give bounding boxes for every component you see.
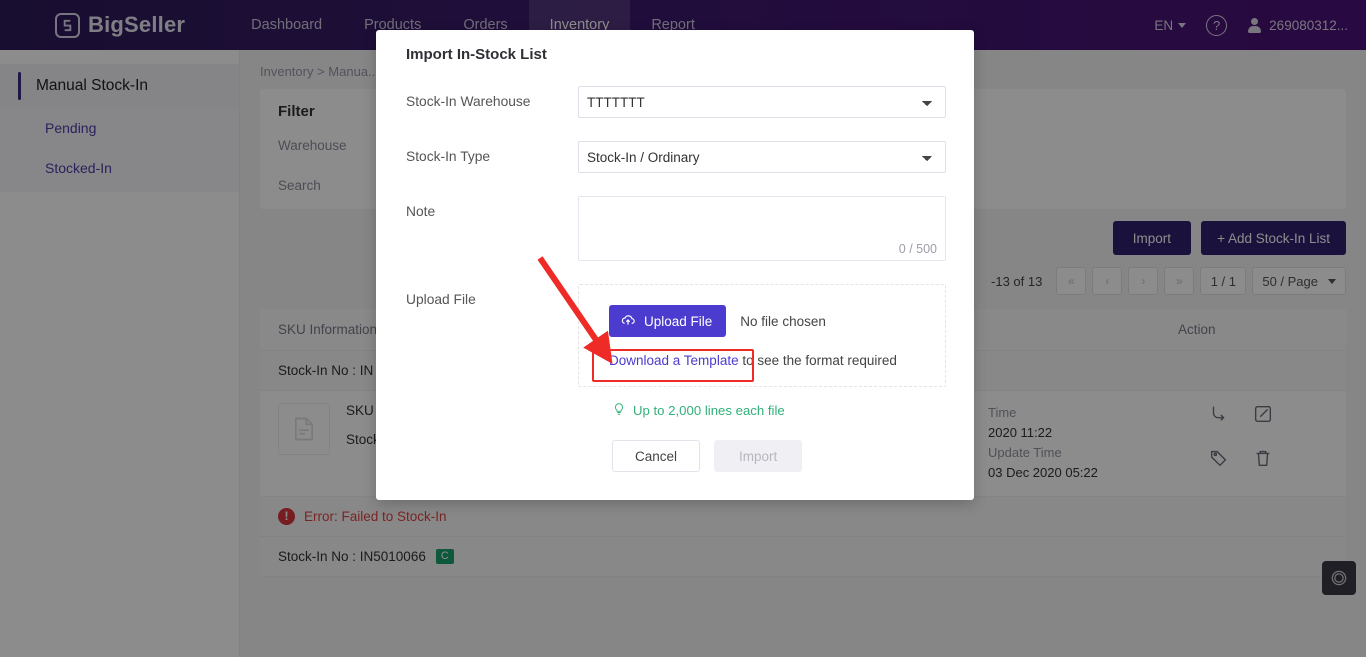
control-upload-file: Upload File No file chosen Download a Te…: [578, 284, 946, 387]
upload-line: Upload File No file chosen: [579, 305, 945, 337]
control-note: 0 / 500: [578, 196, 946, 261]
field-row-note: Note 0 / 500: [406, 196, 950, 261]
modal-title: Import In-Stock List: [406, 46, 547, 63]
import-in-stock-list-modal: Import In-Stock List Stock-In Warehouse …: [376, 30, 974, 500]
stock-in-warehouse-select[interactable]: TTTTTTT: [578, 86, 946, 118]
control-stock-in-warehouse: TTTTTTT: [578, 86, 946, 118]
upload-hint-text: Up to 2,000 lines each file: [633, 403, 785, 418]
label-stock-in-type: Stock-In Type: [406, 149, 491, 164]
field-row-stock-in-type: Stock-In Type Stock-In / Ordinary: [406, 141, 950, 173]
lightbulb-icon: [612, 401, 626, 420]
control-stock-in-type: Stock-In / Ordinary: [578, 141, 946, 173]
cancel-button[interactable]: Cancel: [612, 440, 701, 472]
cloud-upload-icon: [620, 312, 636, 331]
stock-in-type-select[interactable]: Stock-In / Ordinary: [578, 141, 946, 173]
field-row-warehouse: Stock-In Warehouse TTTTTTT: [406, 86, 950, 118]
modal-import-button: Import: [714, 440, 803, 472]
field-row-upload: Upload File Upload File No file chosen D…: [406, 284, 950, 387]
label-note: Note: [406, 204, 436, 219]
template-line: Download a Template to see the format re…: [579, 353, 945, 368]
label-stock-in-warehouse: Stock-In Warehouse: [406, 94, 531, 109]
template-suffix-text: to see the format required: [738, 353, 897, 368]
download-template-link[interactable]: Download a Template: [609, 353, 739, 368]
note-character-counter: 0 / 500: [898, 242, 937, 256]
modal-actions: Cancel Import: [612, 440, 950, 472]
note-input[interactable]: [579, 197, 945, 241]
no-file-chosen-text: No file chosen: [740, 313, 826, 329]
app-root: BigSeller Dashboard Products Orders Inve…: [0, 0, 1366, 657]
upload-dropzone[interactable]: Upload File No file chosen Download a Te…: [578, 284, 946, 387]
upload-file-button-label: Upload File: [644, 313, 713, 329]
note-wrapper: 0 / 500: [578, 196, 946, 261]
upload-hint: Up to 2,000 lines each file: [612, 401, 950, 420]
upload-file-button[interactable]: Upload File: [609, 305, 727, 337]
label-upload-file: Upload File: [406, 292, 476, 307]
